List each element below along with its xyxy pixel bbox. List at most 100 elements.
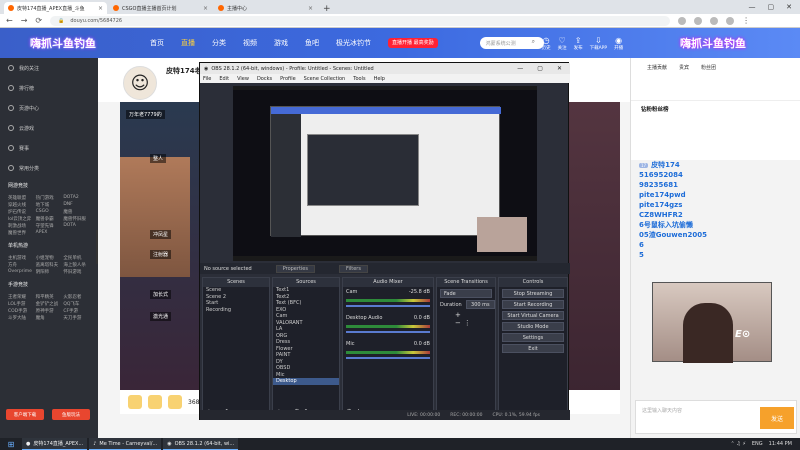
browser-tab-2[interactable]: CSGO直播主播首页计划 × [109, 2, 212, 14]
sidebar-category-link[interactable]: CF手游 [63, 308, 90, 314]
sidebar-category-link[interactable]: 金铲铲之战 [36, 301, 63, 307]
obs-menu-item[interactable]: Help [374, 76, 385, 82]
go-live-button[interactable]: ◉ 开播 [614, 36, 623, 51]
sidebar-category-link[interactable]: 主机游戏 [8, 255, 35, 261]
avatar[interactable]: ☺ [123, 66, 157, 100]
volume-slider[interactable] [346, 357, 430, 359]
sidebar-category-link[interactable]: DNF [63, 202, 90, 208]
nav-game[interactable]: 游戏 [274, 38, 288, 48]
sidebar-category-link[interactable]: 魔兽争霸 [36, 216, 63, 222]
sidebar-category-link[interactable]: 逃离塔科夫 [36, 262, 63, 268]
obs-menu-item[interactable]: Scene Collection [304, 76, 346, 82]
sidebar-category-link[interactable]: 全民单机 [63, 255, 90, 261]
sidebar-category-link[interactable]: 刺激战场 [8, 223, 35, 229]
tray-icons[interactable]: ⌃ ♫ ⚡ [731, 441, 746, 447]
sidebar-category-link[interactable]: COD手游 [8, 308, 35, 314]
publish-button[interactable]: ⇪ 发布 [574, 36, 583, 51]
duration-field[interactable]: 300 ms [465, 300, 495, 309]
maximize-icon[interactable]: ▢ [537, 65, 543, 72]
volume-slider[interactable] [346, 331, 430, 333]
maximize-icon[interactable]: ▢ [768, 3, 775, 11]
sidebar-item-cloudgame[interactable]: 云游戏 [0, 118, 98, 138]
properties-button[interactable]: Properties [275, 264, 315, 273]
reload-icon[interactable]: ⟳ [35, 16, 42, 25]
obs-menu-item[interactable]: Edit [219, 76, 229, 82]
forward-icon[interactable]: → [21, 16, 28, 25]
sidebar-category-link[interactable]: 火影忍者 [63, 294, 90, 300]
taskbar-app-obs[interactable]: ◉ OBS 28.1.2 (64-bit, wi... [163, 438, 239, 450]
sidebar-category-link[interactable]: 热门游戏 [36, 195, 63, 201]
obs-menu-item[interactable]: Profile [280, 76, 296, 82]
browser-tab-1[interactable]: 皮特174直播_APEX直播_斗鱼 × [4, 2, 107, 14]
close-icon[interactable]: × [203, 5, 208, 12]
chat-input[interactable]: 这里输入聊天内容 发送 [635, 400, 797, 434]
sidebar-group-title[interactable]: 单机热游 [0, 238, 98, 253]
menu-icon[interactable]: ⋮ [742, 16, 750, 25]
taskbar-app-browser[interactable]: ● 皮特174直播_APEX... [22, 438, 88, 450]
gift-icon[interactable] [148, 395, 162, 409]
url-field[interactable]: 🔒 douyu.com/5684726 [50, 15, 671, 26]
windows-start-icon[interactable]: ⊞ [0, 438, 22, 450]
sidebar-category-link[interactable]: 守望先锋 [36, 223, 63, 229]
sidebar-category-link[interactable]: 魔角 [36, 315, 63, 321]
nav-category[interactable]: 分类 [212, 38, 226, 48]
sidebar-item-pagegame[interactable]: 页游中心 [0, 98, 98, 118]
close-icon[interactable]: ✕ [557, 65, 562, 72]
obs-menu-item[interactable]: File [203, 76, 211, 82]
tab-contribution[interactable]: 主播贡献 [647, 64, 667, 71]
nav-home[interactable]: 首页 [150, 38, 164, 48]
sidebar-category-link[interactable]: 海上狼人杀 [63, 262, 90, 268]
control-button-studio-mode[interactable]: Studio Mode [502, 322, 564, 331]
sidebar-category-link[interactable]: 原神手游 [36, 308, 63, 314]
profile-icon[interactable] [726, 16, 735, 25]
sidebar-category-link[interactable]: 方舟 [8, 262, 35, 268]
control-button-start-recording[interactable]: Start Recording [502, 300, 564, 309]
sidebar-category-link[interactable]: LOL手游 [8, 301, 35, 307]
sidebar-category-link[interactable]: 小姐宠物 [36, 255, 63, 261]
sidebar-category-link[interactable]: 和平精英 [36, 294, 63, 300]
sidebar-category-link[interactable]: DOTA2 [63, 195, 90, 201]
history-button[interactable]: ◷ 历史 [542, 36, 551, 51]
sidebar-item-follow[interactable]: 我的关注 [0, 58, 98, 78]
gift-icon[interactable] [128, 395, 142, 409]
control-button-exit[interactable]: Exit [502, 344, 564, 353]
sidebar-category-link[interactable]: 地下城 [36, 202, 63, 208]
sidebar-group-title[interactable]: 网游竞技 [0, 178, 98, 193]
source-item[interactable]: Desktop [273, 378, 339, 385]
minimize-icon[interactable]: — [749, 3, 756, 11]
minimize-icon[interactable]: — [517, 65, 523, 72]
obs-menu-item[interactable]: Tools [353, 76, 365, 82]
client-download-button[interactable]: 客户端下载 [6, 409, 44, 420]
sidebar-category-link[interactable]: CSGO [36, 209, 63, 215]
sidebar-category-link[interactable]: 斗罗大陆 [8, 315, 35, 321]
sidebar-category-link[interactable]: 天刀手游 [63, 315, 90, 321]
extension-icon[interactable] [678, 16, 687, 25]
nav-yuba[interactable]: 鱼吧 [305, 38, 319, 48]
tab-vip[interactable]: 贵宾 [679, 64, 689, 71]
language-indicator[interactable]: ENG [752, 441, 763, 447]
sidebar-item-common[interactable]: 常用分类 [0, 158, 98, 178]
sidebar-category-link[interactable]: 魔兽世界 [8, 230, 35, 236]
taskbar-app-music[interactable]: ♪ Me Time - Carneyval/... [89, 438, 162, 450]
site-logo[interactable]: 嗨抓斗鱼钓鱼 [30, 35, 150, 51]
obs-preview[interactable] [233, 86, 537, 261]
close-icon[interactable]: × [98, 5, 103, 12]
sidebar-category-link[interactable]: 魔兽怀旧服 [63, 216, 90, 222]
fish-play-button[interactable]: 鱼版玩法 [52, 409, 90, 420]
sidebar-category-link[interactable]: 穿越火线 [8, 202, 35, 208]
download-app-button[interactable]: ⇩ 下载APP [590, 36, 608, 51]
close-icon[interactable]: ✕ [786, 3, 792, 11]
send-button[interactable]: 发送 [760, 407, 794, 429]
sidebar-category-link[interactable]: lol云顶之弈 [8, 216, 35, 222]
volume-slider[interactable] [346, 305, 430, 307]
sidebar-category-link[interactable]: 王者荣耀 [8, 294, 35, 300]
sidebar-category-link[interactable]: 阴阳师 [36, 269, 63, 275]
obs-menu-item[interactable]: View [237, 76, 249, 82]
obs-menu-item[interactable]: Docks [257, 76, 272, 82]
nav-live[interactable]: 直播 [181, 38, 195, 48]
sidebar-category-link[interactable]: QQ飞车 [63, 301, 90, 307]
nav-event[interactable]: 极光冰钓节 [336, 38, 371, 48]
sidebar-category-link[interactable]: Overprime [8, 269, 35, 275]
promo-banner[interactable]: 嗨抓斗鱼钓鱼 [680, 28, 800, 58]
sidebar-item-rank[interactable]: 排行榜 [0, 78, 98, 98]
